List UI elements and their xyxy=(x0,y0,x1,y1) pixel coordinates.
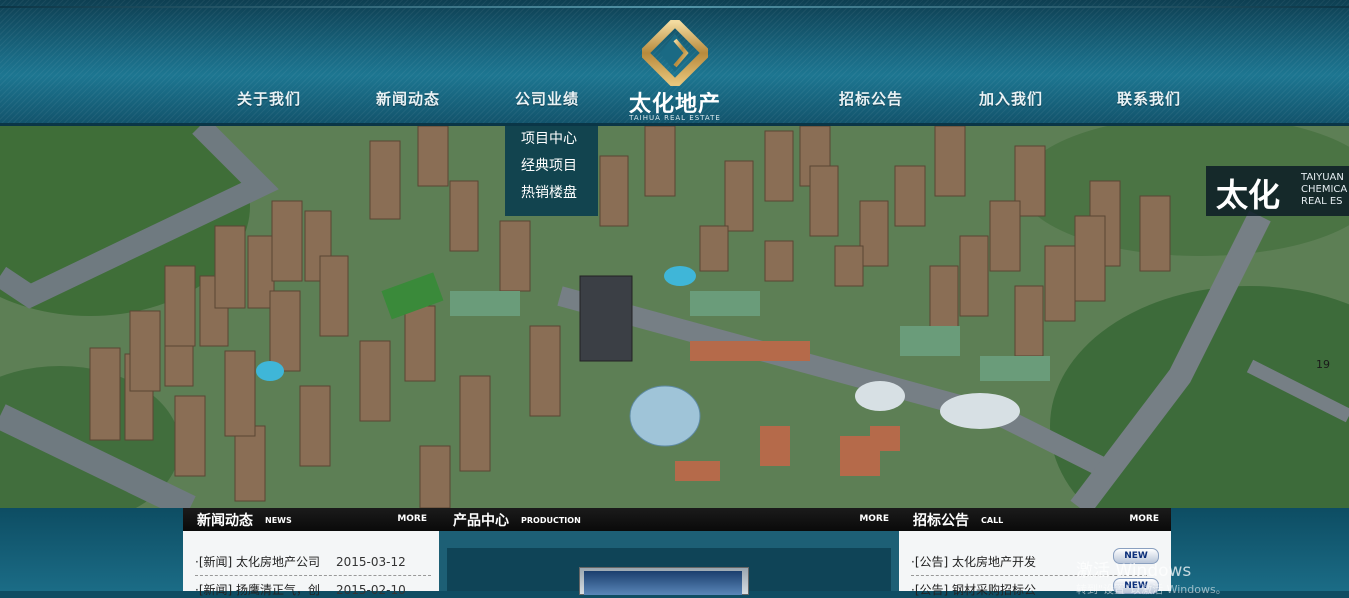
product-panel-title-en: PRODUCTION xyxy=(521,516,581,525)
product-panel-title: 产品中心 xyxy=(453,513,509,529)
tender-item-title: ·[公告] 太化房地产开发 xyxy=(911,555,1036,569)
windows-activation-watermark: 激活 Windows xyxy=(1076,561,1192,581)
dropdown-item-hot-sale[interactable]: 热销楼盘 xyxy=(505,180,598,207)
product-more-link[interactable]: MORE xyxy=(859,514,889,524)
side-brand-badge[interactable]: 太化 TAIYUAN CHEMICA REAL ES xyxy=(1206,166,1349,216)
tender-more-link[interactable]: MORE xyxy=(1129,514,1159,524)
news-item-title: ·[新闻] 太化房地产公司 xyxy=(195,555,320,569)
divider xyxy=(195,575,431,576)
logo-subtitle: TAIHUA REAL ESTATE xyxy=(629,114,721,122)
news-panel-header: 新闻动态 NEWS MORE xyxy=(183,508,439,531)
tender-item-title: ·[公告] 钢材采购招标公 xyxy=(911,583,1036,597)
banner-page-number: 19 xyxy=(1316,358,1330,371)
news-panel-title-en: NEWS xyxy=(265,516,292,525)
news-more-link[interactable]: MORE xyxy=(397,514,427,524)
side-badge-english: TAIYUAN CHEMICA REAL ES xyxy=(1301,172,1348,207)
nav-about[interactable]: 关于我们 xyxy=(237,88,301,110)
logo-mark-icon xyxy=(642,20,708,86)
product-panel: 产品中心 PRODUCTION MORE xyxy=(439,508,899,595)
product-panel-header: 产品中心 PRODUCTION MORE xyxy=(439,508,899,531)
dropdown-item-classic[interactable]: 经典项目 xyxy=(505,153,598,180)
nav-business[interactable]: 公司业绩 xyxy=(515,88,579,110)
hero-banner xyxy=(0,126,1349,508)
tender-item[interactable]: ·[公告] 钢材采购招标公 xyxy=(911,581,1036,598)
business-dropdown-menu: 项目中心 经典项目 热销楼盘 xyxy=(505,126,598,216)
news-panel: 新闻动态 NEWS MORE ·[新闻] 太化房地产公司 2015-03-12 ·… xyxy=(183,508,439,597)
company-logo[interactable]: 太化地产 TAIHUA REAL ESTATE xyxy=(620,20,730,124)
tender-panel-title: 招标公告 xyxy=(913,513,969,529)
aerial-development-image xyxy=(0,126,1349,508)
tender-panel-header: 招标公告 CALL MORE xyxy=(899,508,1171,531)
dropdown-item-projects[interactable]: 项目中心 xyxy=(505,126,598,153)
news-item[interactable]: ·[新闻] 扬鹰清正气，创 2015-02-10 xyxy=(195,581,406,598)
windows-activation-hint: 转到"设置"以激活 Windows。 xyxy=(1076,583,1227,596)
news-item-date: 2015-03-12 xyxy=(336,555,406,569)
nav-contact[interactable]: 联系我们 xyxy=(1117,88,1181,110)
tender-item[interactable]: ·[公告] 太化房地产开发 xyxy=(911,553,1036,570)
news-panel-title: 新闻动态 xyxy=(197,513,253,529)
news-item-title: ·[新闻] 扬鹰清正气，创 xyxy=(195,583,320,597)
nav-tender[interactable]: 招标公告 xyxy=(839,88,903,110)
tender-panel-title-en: CALL xyxy=(981,516,1004,525)
nav-join[interactable]: 加入我们 xyxy=(979,88,1043,110)
news-item[interactable]: ·[新闻] 太化房地产公司 2015-03-12 xyxy=(195,553,406,570)
nav-news[interactable]: 新闻动态 xyxy=(376,88,440,110)
news-item-date: 2015-02-10 xyxy=(336,583,406,597)
side-badge-title: 太化 xyxy=(1216,176,1281,214)
product-image xyxy=(584,571,742,595)
